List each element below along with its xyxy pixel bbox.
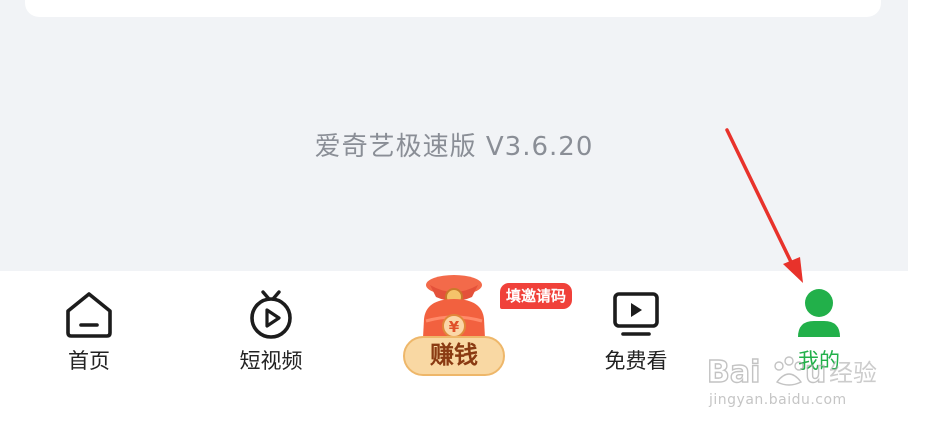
scroll-edge bbox=[908, 0, 925, 271]
tab-free-watch-label: 免费看 bbox=[604, 349, 668, 373]
invite-code-badge[interactable]: 填邀请码 bbox=[500, 283, 573, 309]
svg-text:¥: ¥ bbox=[449, 318, 460, 336]
user-icon bbox=[749, 287, 889, 341]
tab-short-video-label: 短视频 bbox=[239, 349, 303, 373]
tab-mine-label: 我的 bbox=[798, 349, 840, 373]
tab-earn-money-label: 赚钱 bbox=[430, 341, 478, 369]
free-watch-icon bbox=[566, 287, 706, 341]
app-version-text: 爱奇艺极速版 V3.6.20 bbox=[314, 132, 594, 162]
settings-card bbox=[25, 0, 881, 17]
home-icon bbox=[19, 287, 159, 341]
content-area: 爱奇艺极速版 V3.6.20 bbox=[0, 0, 908, 271]
tab-home-label: 首页 bbox=[68, 349, 110, 373]
short-video-icon bbox=[201, 287, 341, 341]
tab-earn-money[interactable]: ¥ 赚钱 bbox=[396, 271, 512, 381]
bottom-tab-bar: 首页 短视频 ¥ 赚钱 免费看 我的 bbox=[0, 271, 925, 432]
